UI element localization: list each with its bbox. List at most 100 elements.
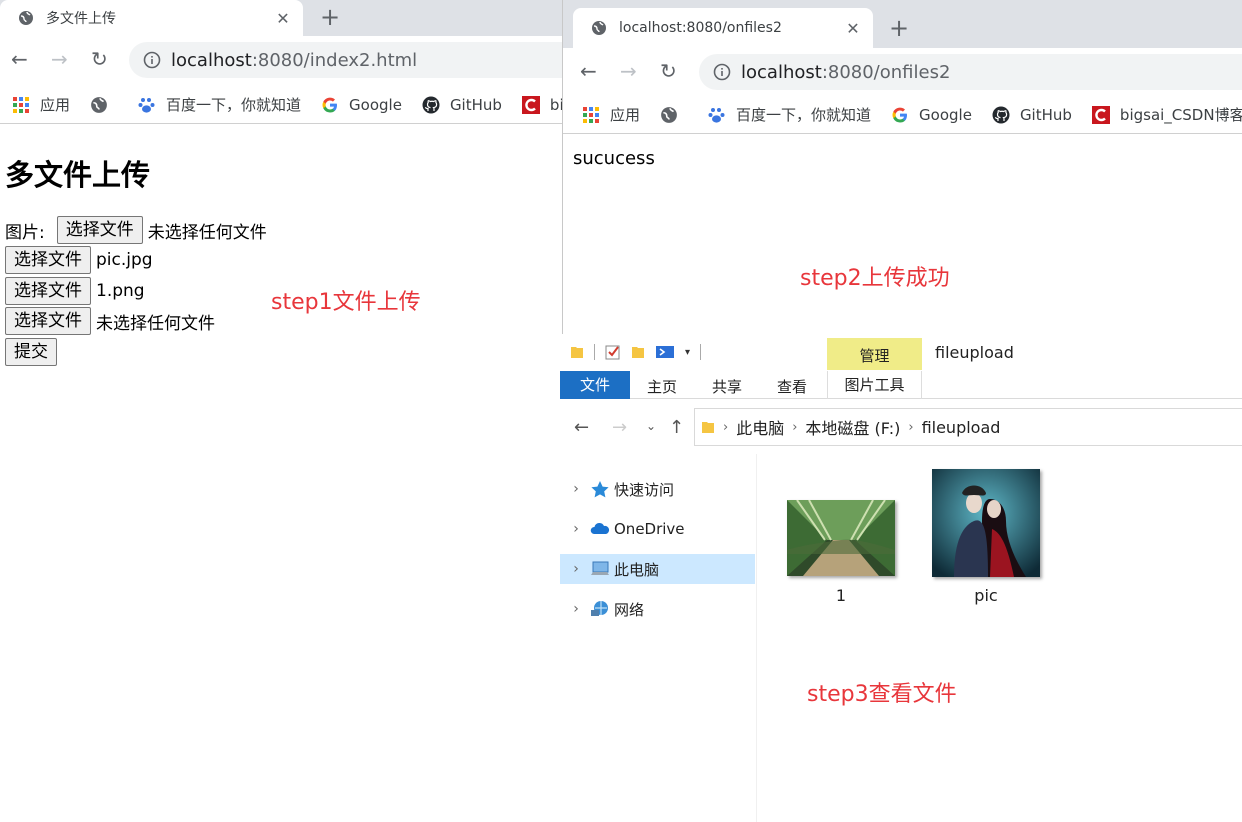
bookmark-globe[interactable] (660, 106, 688, 124)
forward-arrow-icon[interactable]: → (612, 417, 627, 438)
portrait-image-thumbnail (932, 469, 1040, 577)
folder-icon[interactable] (570, 344, 584, 360)
bookmark-github[interactable]: GitHub (992, 106, 1072, 124)
forward-arrow-icon[interactable]: → (620, 61, 637, 81)
tab-view[interactable]: 查看 (777, 376, 807, 397)
star-quick-access-icon (591, 481, 609, 498)
url-host: localhost (171, 49, 252, 71)
reload-icon[interactable]: ↻ (660, 61, 677, 81)
submit-button[interactable]: 提交 (5, 338, 57, 366)
network-icon (591, 601, 608, 616)
file-thumbnail-1[interactable] (787, 500, 895, 576)
choose-file-button[interactable]: 选择文件 (5, 277, 91, 305)
bookmark-github[interactable]: GitHub (422, 96, 502, 114)
ribbon-tabs: 文件 主页 共享 查看 图片工具 (560, 371, 1242, 399)
powershell-icon[interactable] (655, 344, 675, 360)
close-icon[interactable]: ✕ (843, 19, 863, 38)
bookmark-label: GitHub (1019, 105, 1072, 124)
close-icon[interactable]: ✕ (273, 9, 293, 28)
bookmark-apps[interactable]: 应用 (582, 104, 640, 125)
breadcrumb-local-disk[interactable]: 本地磁盘 (F:) (805, 415, 900, 439)
tab-share[interactable]: 共享 (712, 376, 742, 397)
breadcrumb-this-pc[interactable]: 此电脑 (736, 415, 784, 439)
tab-multi-upload[interactable]: 多文件上传 ✕ (0, 0, 303, 36)
tab-file[interactable]: 文件 (560, 371, 630, 399)
new-tab-plus-icon[interactable]: + (889, 16, 909, 40)
chevron-right-icon: › (908, 419, 914, 435)
step2-annotation: step2上传成功 (800, 266, 950, 291)
file-name[interactable]: pic (932, 586, 1040, 605)
chevron-right-icon[interactable]: › (562, 481, 590, 497)
toolbar-divider (594, 344, 595, 360)
bookmark-label: GitHub (449, 95, 502, 114)
bookmarks-bar: 应用 百度一下，你就知道 Google GitHub bigsai_CSDN博客… (563, 96, 1242, 134)
file-status: 未选择任何文件 (96, 313, 215, 334)
back-arrow-icon[interactable]: ← (580, 61, 597, 81)
reload-icon[interactable]: ↻ (91, 49, 108, 69)
tab-title: 多文件上传 (46, 11, 116, 27)
address-bar[interactable]: localhost:8080/onfiles2 (699, 54, 1242, 90)
tree-label: OneDrive (614, 520, 685, 538)
bookmark-csdn[interactable]: bigsai_CSDN博客- (1091, 104, 1242, 125)
tab-picture-tools[interactable]: 图片工具 (827, 371, 922, 399)
globe-icon (592, 21, 606, 35)
left-browser-window: 多文件上传 ✕ + ← → ↻ localhost:8080/index2.ht… (0, 0, 562, 822)
bookmark-csdn[interactable]: bi (521, 95, 562, 114)
tab-home[interactable]: 主页 (647, 376, 677, 397)
bookmark-label: Google (919, 105, 972, 124)
tree-item-quick-access[interactable]: › 快速访问 (560, 474, 755, 504)
back-arrow-icon[interactable]: ← (11, 49, 28, 69)
google-g-icon (892, 107, 908, 122)
this-pc-icon (591, 561, 609, 575)
explorer-address-bar[interactable]: › 此电脑 › 本地磁盘 (F:) › fileupload (694, 408, 1242, 446)
tree-label: 此电脑 (614, 560, 660, 579)
breadcrumb-fileupload[interactable]: fileupload (922, 418, 1001, 437)
choose-file-button[interactable]: 选择文件 (5, 307, 91, 335)
bookmark-label: 应用 (40, 96, 71, 114)
url-rest: :8080/onfiles2 (821, 61, 951, 83)
address-bar[interactable]: localhost:8080/index2.html (129, 42, 562, 78)
bookmark-baidu[interactable]: 百度一下，你就知道 (708, 104, 871, 125)
nav-bar: ← → ↻ localhost:8080/index2.html (0, 36, 562, 86)
forward-arrow-icon[interactable]: → (51, 49, 68, 69)
new-tab-plus-icon[interactable]: + (320, 5, 340, 29)
properties-check-icon[interactable] (605, 344, 621, 360)
file-status: 未选择任何文件 (147, 222, 267, 243)
tree-item-onedrive[interactable]: › OneDrive (560, 514, 755, 544)
github-octocat-icon (422, 96, 440, 113)
toolbar-divider (700, 344, 702, 360)
back-arrow-icon[interactable]: ← (574, 417, 589, 438)
new-folder-icon[interactable] (631, 344, 645, 360)
response-text: sucucess (573, 148, 655, 169)
bookmark-apps[interactable]: 应用 (12, 94, 70, 115)
manage-context-tab[interactable]: 管理 (827, 338, 922, 370)
url-rest: :8080/index2.html (251, 49, 418, 71)
tree-item-network[interactable]: › 网络 (560, 594, 755, 624)
tab-onfiles2[interactable]: localhost:8080/onfiles2 ✕ (573, 8, 873, 48)
quick-access-toolbar: ▾ (570, 344, 702, 360)
up-arrow-icon[interactable]: ↑ (669, 417, 684, 438)
file-thumbnail-pic[interactable] (932, 469, 1040, 577)
tree-label: 快速访问 (614, 480, 675, 499)
chevron-right-icon: › (723, 419, 729, 435)
chevron-right-icon[interactable]: › (562, 521, 590, 537)
qat-dropdown-icon[interactable]: ▾ (685, 347, 690, 358)
url-host: localhost (741, 61, 822, 83)
choose-file-button[interactable]: 选择文件 (5, 246, 91, 274)
bookmark-google[interactable]: Google (321, 96, 402, 114)
onedrive-cloud-icon (590, 522, 610, 534)
tab-strip: localhost:8080/onfiles2 ✕ + (563, 0, 1242, 48)
tree-item-this-pc[interactable]: › 此电脑 (560, 554, 755, 584)
chevron-right-icon[interactable]: › (562, 601, 590, 617)
recent-locations-icon[interactable]: ⌄ (646, 419, 656, 433)
bookmark-globe[interactable] (90, 96, 118, 114)
file-status: 1.png (96, 281, 145, 301)
csdn-c-icon (1091, 105, 1110, 124)
page-title: 多文件上传 (5, 158, 151, 192)
bookmark-baidu[interactable]: 百度一下，你就知道 (138, 94, 301, 115)
bookmark-label: 百度一下，你就知道 (736, 106, 872, 124)
bookmark-google[interactable]: Google (891, 106, 972, 124)
chevron-right-icon[interactable]: › (562, 561, 590, 577)
choose-file-button[interactable]: 选择文件 (56, 216, 143, 244)
file-name[interactable]: 1 (787, 586, 895, 605)
